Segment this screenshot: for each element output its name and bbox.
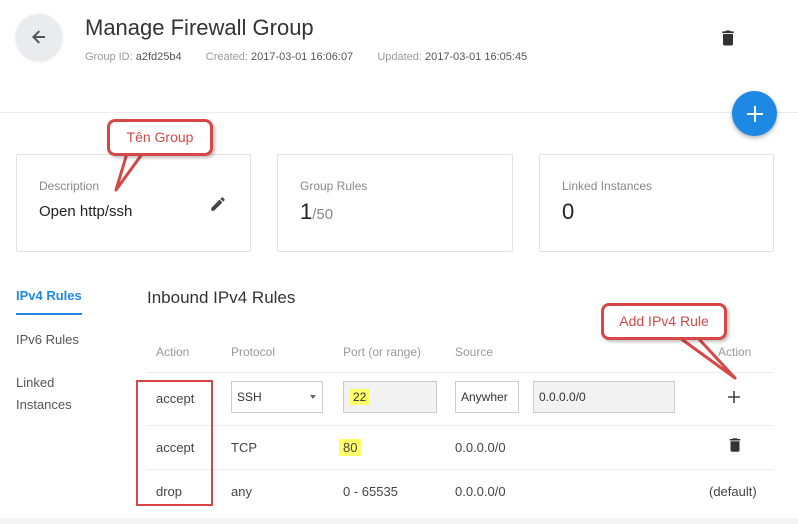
group-name-callout: Tên Group (107, 119, 213, 156)
group-name-pointer (114, 148, 147, 192)
callout-pointers (114, 148, 737, 380)
add-rule-callout: Add IPv4 Rule (601, 303, 727, 340)
add-rule-pointer (678, 336, 737, 380)
